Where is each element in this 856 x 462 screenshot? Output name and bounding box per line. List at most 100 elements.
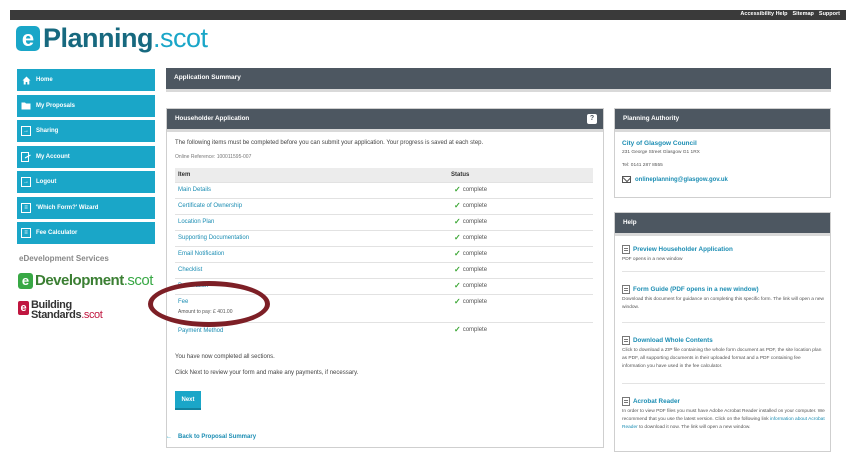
preview-application-link[interactable]: Preview Householder Application — [622, 245, 825, 254]
status-cell: ✓ complete — [454, 218, 487, 226]
sidebar-item-my-account[interactable]: My Account — [17, 145, 155, 168]
panel-title: Help — [623, 219, 637, 226]
document-icon — [622, 245, 630, 254]
authority-name-link[interactable]: City of Glasgow Council — [622, 140, 697, 147]
status-text: complete — [462, 283, 488, 289]
edev-brand: Development — [35, 272, 124, 289]
application-summary-header: Application Summary — [166, 68, 831, 89]
sidebar-item-which-form-wizard[interactable]: ≡ 'Which Form?' Wizard — [17, 196, 155, 219]
summary-divider — [166, 89, 831, 92]
help-item-description: Download this document for guidance on c… — [622, 297, 825, 311]
planning-authority-panel: Planning Authority City of Glasgow Counc… — [614, 108, 831, 198]
help-item-acrobat: Acrobat Reader In order to view PDF file… — [622, 397, 825, 433]
table-row: Supporting Documentation ✓ complete — [175, 230, 593, 246]
status-text: complete — [462, 299, 488, 305]
status-text: complete — [462, 235, 488, 241]
logo-brand: Planning — [43, 23, 154, 53]
panel-title: Planning Authority — [623, 115, 680, 122]
folder-icon — [21, 101, 31, 111]
share-icon: → — [21, 126, 31, 136]
check-icon: ✓ — [454, 249, 461, 258]
form-guide-link[interactable]: Form Guide (PDF opens in a new window) — [622, 285, 825, 294]
help-divider — [622, 383, 825, 384]
status-text: complete — [462, 327, 488, 333]
sidebar-item-home[interactable]: Home — [17, 69, 155, 91]
next-instructions: Click Next to review your form and make … — [175, 370, 359, 376]
help-item-title: Preview Householder Application — [633, 246, 733, 253]
utility-links: Accessibility Help Sitemap Support — [740, 11, 840, 17]
download-whole-contents-link[interactable]: Download Whole Contents — [622, 336, 825, 345]
sidebar-item-label: My Account — [36, 153, 70, 160]
building-standards-logo[interactable]: e Building Standards.scot — [18, 300, 103, 321]
sidebar-item-sharing[interactable]: → Sharing — [17, 120, 155, 142]
item-link-checklist[interactable]: Checklist — [178, 267, 202, 273]
table-row: Payment Method ✓ complete — [175, 322, 593, 339]
status-cell: ✓ complete — [454, 297, 488, 306]
item-link-location-plan[interactable]: Location Plan — [178, 219, 214, 225]
status-cell: ✓ complete — [454, 186, 488, 194]
authority-email-link[interactable]: onlineplanning@glasgow.gov.uk — [622, 176, 728, 183]
panel-title: Householder Application — [175, 115, 250, 122]
status-cell: ✓ complete — [454, 234, 488, 242]
authority-address: 231 George Street Glasgow G1 1RX — [622, 150, 700, 155]
authority-email: onlineplanning@glasgow.gov.uk — [635, 176, 728, 183]
panel-header: Planning Authority — [615, 109, 830, 129]
logo-suffix: .scot — [153, 23, 208, 53]
envelope-icon — [622, 176, 631, 183]
top-bar: Accessibility Help Sitemap Support — [10, 10, 846, 20]
acrobat-reader-link[interactable]: Acrobat Reader — [622, 397, 825, 406]
logo-e-mark: e — [16, 25, 40, 51]
logo-wordmark: Planning.scot — [43, 24, 208, 52]
items-table: Item Status Main Details ✓ complete Certi… — [175, 168, 593, 334]
accessibility-help-link[interactable]: Accessibility Help — [740, 11, 787, 17]
check-icon: ✓ — [454, 297, 461, 306]
sidebar-item-label: 'Which Form?' Wizard — [36, 204, 99, 211]
item-link-email-notification[interactable]: Email Notification — [178, 251, 224, 257]
logout-icon: → — [21, 177, 31, 187]
item-link-supporting-documentation[interactable]: Supporting Documentation — [178, 235, 249, 241]
sitemap-link[interactable]: Sitemap — [793, 11, 814, 17]
support-link[interactable]: Support — [819, 11, 840, 17]
eplanning-logo[interactable]: e Planning.scot — [16, 24, 208, 52]
item-link-payment-method[interactable]: Payment Method — [178, 328, 223, 334]
edev-e-mark: e — [18, 272, 33, 289]
completed-message: You have now completed all sections. — [175, 354, 275, 360]
calculator-icon: ≡ — [21, 228, 31, 238]
sidebar-item-my-proposals[interactable]: My Proposals — [17, 94, 155, 117]
item-link-certificate-of-ownership[interactable]: Certificate of Ownership — [178, 203, 242, 209]
sidebar-item-logout[interactable]: → Logout — [17, 171, 155, 193]
edevelopment-logo[interactable]: e Development.scot — [18, 272, 153, 289]
item-link-main-details[interactable]: Main Details — [178, 187, 211, 193]
help-item-description: PDF opens in a new window — [622, 257, 683, 262]
arrow-left-icon: ← — [166, 434, 172, 440]
sidebar-item-label: Sharing — [36, 128, 59, 134]
help-item-description: In order to view PDF files you must have… — [622, 408, 825, 433]
wizard-icon: ≡ — [21, 202, 31, 213]
table-row: Email Notification ✓ complete — [175, 246, 593, 262]
help-question-icon[interactable]: ? — [587, 114, 597, 124]
table-row: Main Details ✓ complete — [175, 182, 593, 198]
sidebar-item-fee-calculator[interactable]: ≡ Fee Calculator — [17, 222, 155, 244]
acrobat-desc-post: to download it now. The link will open a… — [637, 425, 751, 431]
help-divider — [622, 322, 825, 323]
back-link-label: Back to Proposal Summary — [178, 434, 257, 440]
help-item-title: Form Guide (PDF opens in a new window) — [633, 286, 759, 293]
panel-header: Help — [615, 213, 830, 233]
help-item-preview: Preview Householder Application PDF open… — [622, 245, 825, 264]
back-to-proposal-summary-link[interactable]: ← Back to Proposal Summary — [166, 434, 256, 440]
help-item-form-guide: Form Guide (PDF opens in a new window) D… — [622, 285, 825, 312]
next-button[interactable]: Next — [175, 391, 201, 410]
help-item-download: Download Whole Contents Click to downloa… — [622, 336, 825, 372]
check-icon: ✓ — [454, 281, 461, 290]
panel-divider — [615, 233, 830, 236]
status-cell: ✓ complete — [454, 265, 487, 274]
status-text: complete — [462, 251, 488, 257]
document-icon — [622, 285, 630, 294]
panel-header: Householder Application ? — [167, 109, 603, 129]
edev-suffix: .scot — [123, 272, 154, 289]
check-icon: ✓ — [454, 265, 461, 274]
intro-text: The following items must be completed be… — [175, 140, 484, 146]
panel-divider — [615, 129, 830, 132]
status-text: complete — [462, 187, 488, 193]
status-text: complete — [462, 203, 488, 209]
